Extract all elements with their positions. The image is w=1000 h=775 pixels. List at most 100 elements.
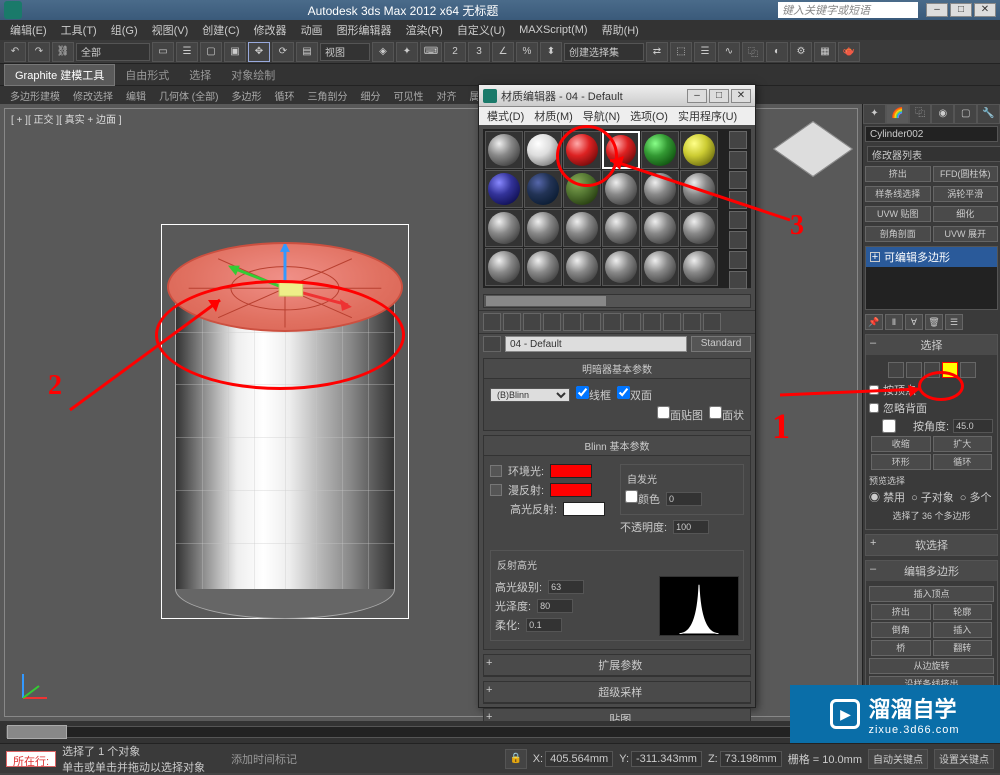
spinner-gloss[interactable] [537, 599, 573, 613]
ribbon-tab-freeform[interactable]: 自由形式 [115, 65, 179, 85]
ribbon-tab-selection[interactable]: 选择 [179, 65, 221, 85]
menu-animation[interactable]: 动画 [295, 22, 329, 38]
material-editor-icon[interactable]: ◐ [766, 42, 788, 62]
btn-spline-sel[interactable]: 样条线选择 [865, 186, 931, 202]
panel-tab-motion-icon[interactable]: ◉ [931, 104, 954, 124]
menu-grapheditors[interactable]: 图形编辑器 [331, 22, 398, 38]
keyboard-icon[interactable]: ⌨ [420, 42, 442, 62]
sub-subdiv[interactable]: 细分 [354, 87, 386, 104]
mat-minimize-button[interactable]: – [687, 89, 707, 103]
spinner-spec-level[interactable] [548, 580, 584, 594]
mat-slot-3[interactable] [563, 131, 601, 169]
mat-menu-modes[interactable]: 模式(D) [483, 108, 528, 124]
maxscript-prompt[interactable]: 所在行: [6, 751, 56, 767]
spinner-selfillum[interactable] [666, 492, 702, 506]
put-to-library-icon[interactable] [603, 313, 621, 331]
menu-edit[interactable]: 编辑(E) [4, 22, 53, 38]
ribbon-tab-modeling[interactable]: Graphite 建模工具 [4, 64, 115, 86]
render-icon[interactable]: 🫖 [838, 42, 860, 62]
mat-maximize-button[interactable]: □ [709, 89, 729, 103]
subobj-element-icon[interactable] [960, 362, 976, 378]
mat-slot-14[interactable] [524, 209, 562, 247]
mat-slot-8[interactable] [524, 170, 562, 208]
schematic-icon[interactable]: ⿻ [742, 42, 764, 62]
subobj-border-icon[interactable] [924, 362, 940, 378]
rollout-supersampling[interactable]: +超级采样 [483, 681, 751, 704]
btn-ep-inset[interactable]: 插入 [933, 622, 993, 638]
mat-slot-19[interactable] [485, 248, 523, 286]
spinner-opacity[interactable] [673, 520, 709, 534]
setkey-button[interactable]: 设置关键点 [934, 749, 994, 769]
btn-uvwmap[interactable]: UVW 贴图 [865, 206, 931, 222]
select-region-icon[interactable]: ▢ [200, 42, 222, 62]
btn-ep-extrude[interactable]: 挤出 [871, 604, 931, 620]
angle-snap-icon[interactable]: ∠ [492, 42, 514, 62]
mat-menu-material[interactable]: 材质(M) [530, 108, 577, 124]
show-result-icon[interactable]: Ⅱ [885, 314, 903, 330]
go-forward-icon[interactable] [703, 313, 721, 331]
manip-icon[interactable]: ✦ [396, 42, 418, 62]
mat-slot-7[interactable] [485, 170, 523, 208]
layers-icon[interactable]: ☰ [694, 42, 716, 62]
named-selection-dropdown[interactable]: 创建选择集 [564, 43, 644, 61]
ambient-color-swatch[interactable] [550, 464, 592, 478]
material-type-button[interactable]: Standard [691, 336, 751, 352]
mat-slot-23[interactable] [641, 248, 679, 286]
radio-preview-subobj[interactable]: ○ 子对象 [911, 489, 954, 505]
mat-slot-21[interactable] [563, 248, 601, 286]
mat-slot-9[interactable] [563, 170, 601, 208]
maximize-button[interactable]: □ [950, 3, 972, 17]
spinner-snap-icon[interactable]: ⬍ [540, 42, 562, 62]
ambient-lock-icon[interactable] [490, 465, 502, 477]
panel-tab-hierarchy-icon[interactable]: ⿻ [909, 104, 932, 124]
btn-ep-flip[interactable]: 翻转 [933, 640, 993, 656]
radio-preview-off[interactable]: ◉ 禁用 [869, 489, 905, 505]
viewport-label[interactable]: [ + ][ 正交 ][ 真实 + 边面 ] [11, 111, 122, 126]
show-end-result-icon[interactable] [663, 313, 681, 331]
btn-bevel-profile[interactable]: 剖角剖面 [865, 226, 931, 242]
btn-hinge-from-edge[interactable]: 从边旋转 [869, 658, 994, 674]
btn-extrude[interactable]: 挤出 [865, 166, 931, 182]
mat-close-button[interactable]: ✕ [731, 89, 751, 103]
align-icon[interactable]: ⬚ [670, 42, 692, 62]
select-by-mat-icon[interactable] [729, 271, 747, 289]
mat-menu-navigation[interactable]: 导航(N) [579, 108, 624, 124]
btn-shrink[interactable]: 收缩 [871, 436, 931, 452]
window-crossing-icon[interactable]: ▣ [224, 42, 246, 62]
pick-material-icon[interactable] [483, 336, 501, 352]
menu-views[interactable]: 视图(V) [146, 22, 195, 38]
add-time-tag[interactable]: 添加时间标记 [231, 751, 297, 767]
expand-icon[interactable]: + [870, 252, 880, 262]
btn-ring[interactable]: 环形 [871, 454, 931, 470]
curve-editor-icon[interactable]: ∿ [718, 42, 740, 62]
chk-by-angle[interactable] [869, 419, 909, 433]
panel-tab-display-icon[interactable]: ▢ [954, 104, 977, 124]
selection-filter-dropdown[interactable]: 全部 [76, 43, 150, 61]
btn-ep-outline[interactable]: 轮廓 [933, 604, 993, 620]
rollout-selection-title[interactable]: 选择 [921, 340, 943, 352]
show-in-vp-icon[interactable] [643, 313, 661, 331]
put-to-scene-icon[interactable] [503, 313, 521, 331]
chk-faceted[interactable]: 面状 [709, 406, 744, 423]
btn-grow[interactable]: 扩大 [933, 436, 993, 452]
panel-tab-create-icon[interactable]: ✦ [863, 104, 886, 124]
link-icon[interactable]: ⛓ [52, 42, 74, 62]
mat-menu-options[interactable]: 选项(O) [626, 108, 672, 124]
spinner-by-angle[interactable] [953, 419, 993, 433]
modifier-stack[interactable]: +可编辑多边形 [865, 246, 998, 310]
btn-turbosmooth[interactable]: 涡轮平滑 [933, 186, 999, 202]
lock-selection-icon[interactable]: 🔒 [505, 749, 527, 769]
sub-tris[interactable]: 三角剖分 [301, 87, 353, 104]
move-icon[interactable]: ✥ [248, 42, 270, 62]
specular-color-swatch[interactable] [563, 502, 605, 516]
material-name-input[interactable] [505, 336, 687, 352]
stack-editable-poly[interactable]: +可编辑多边形 [866, 247, 997, 267]
sub-edit[interactable]: 编辑 [120, 87, 152, 104]
menu-maxscript[interactable]: MAXScript(M) [513, 24, 593, 36]
ribbon-tab-objectpaint[interactable]: 对象绘制 [221, 65, 285, 85]
subobj-polygon-icon[interactable] [942, 362, 958, 378]
menu-help[interactable]: 帮助(H) [596, 22, 645, 38]
coord-y[interactable]: -311.343mm [631, 751, 702, 767]
configure-sets-icon[interactable]: ☰ [945, 314, 963, 330]
material-slots-scrollbar[interactable] [483, 294, 751, 308]
